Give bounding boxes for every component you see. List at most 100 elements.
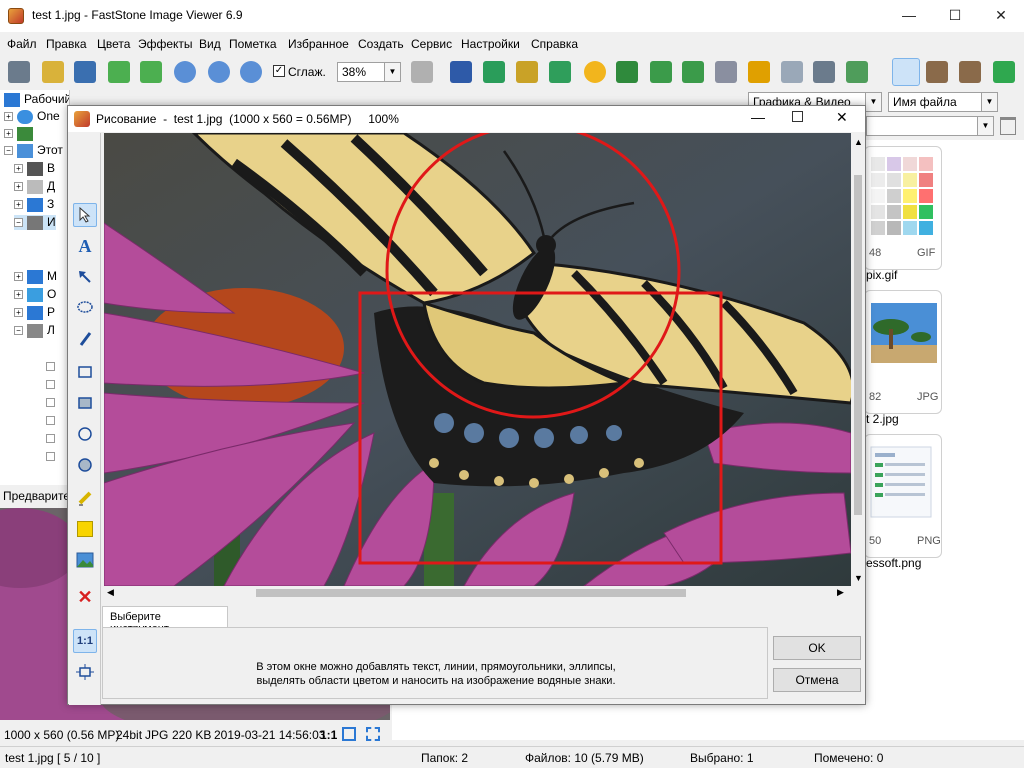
smooth-checkbox[interactable]: ✓	[273, 65, 285, 77]
vertical-scrollbar[interactable]: ▲ ▼	[851, 133, 865, 586]
menu-tag[interactable]: Пометка	[229, 37, 277, 51]
filled-rectangle-tool-icon[interactable]	[73, 391, 97, 415]
lasso-tool-icon[interactable]	[73, 296, 97, 320]
chevron-right-icon[interactable]: ▶	[837, 587, 844, 598]
zoom-select[interactable]: 38% ▼	[337, 62, 401, 82]
settings-check-icon[interactable]	[846, 61, 868, 83]
tree-item-desktop-folder[interactable]: + Р	[14, 305, 55, 320]
expand-icon[interactable]: +	[14, 182, 23, 192]
menu-help[interactable]: Справка	[531, 37, 578, 51]
scrollbar-thumb[interactable]	[256, 589, 686, 597]
previous-icon[interactable]	[108, 61, 130, 83]
layout-full-icon[interactable]	[959, 61, 981, 83]
rectangle-tool-icon[interactable]	[73, 360, 97, 384]
text-tool-icon[interactable]: A	[73, 234, 97, 258]
highlighter-tool-icon[interactable]	[73, 486, 97, 510]
filmstrip-icon[interactable]	[450, 61, 472, 83]
path-select[interactable]: ▼	[866, 116, 994, 136]
menu-effects[interactable]: Эффекты	[138, 37, 193, 51]
menu-create[interactable]: Создать	[358, 37, 404, 51]
tree-item-user[interactable]: +	[4, 126, 37, 141]
fullscreen-icon[interactable]	[366, 727, 380, 741]
fit-window-icon[interactable]	[73, 660, 97, 684]
horizontal-scrollbar[interactable]: ◀ ▶	[104, 586, 851, 600]
menu-favorites[interactable]: Избранное	[288, 37, 349, 51]
thumbnail-card[interactable]: 50 PNG	[864, 434, 942, 558]
crop-icon[interactable]	[516, 61, 538, 83]
maximize-button[interactable]	[792, 111, 803, 122]
resize-icon[interactable]	[483, 61, 505, 83]
arrow-tool-icon[interactable]	[73, 265, 97, 289]
chevron-up-icon[interactable]: ▲	[854, 137, 863, 147]
open-folder-icon[interactable]	[42, 61, 64, 83]
minimize-button[interactable]: —	[886, 0, 932, 32]
collapse-icon[interactable]: −	[14, 326, 23, 336]
tree-item-music[interactable]: + М	[14, 269, 57, 284]
menu-view[interactable]: Вид	[199, 37, 221, 51]
ellipse-tool-icon[interactable]	[73, 422, 97, 446]
menu-tools[interactable]: Сервис	[411, 37, 452, 51]
thumbnail-card[interactable]: 48 GIF	[864, 146, 942, 270]
delete-tool-icon[interactable]: ✕	[73, 585, 97, 609]
actual-size-icon[interactable]	[240, 61, 262, 83]
tab-choose-tool[interactable]: Выберите инструмент	[102, 606, 228, 635]
expand-icon[interactable]	[46, 362, 55, 371]
tree-item-downloads[interactable]: + З	[14, 197, 54, 212]
sort-select[interactable]: Имя файла ▼	[888, 92, 998, 112]
filled-ellipse-tool-icon[interactable]	[73, 453, 97, 477]
tree-item-3d[interactable]: + О	[14, 287, 56, 302]
select-tool-icon[interactable]	[73, 203, 97, 227]
print-icon[interactable]	[813, 61, 835, 83]
minimize-button[interactable]: —	[751, 109, 765, 125]
drawing-canvas[interactable]	[104, 133, 851, 586]
cancel-button[interactable]: Отмена	[773, 668, 861, 692]
ok-button[interactable]: OK	[773, 636, 861, 660]
save-icon[interactable]	[74, 61, 96, 83]
thumbnail-card[interactable]: 82 JPG	[864, 290, 942, 414]
compare-icon[interactable]	[715, 61, 737, 83]
close-button[interactable]: ✕	[978, 0, 1024, 32]
menu-colors[interactable]: Цвета	[97, 37, 130, 51]
expand-icon[interactable]: +	[14, 272, 23, 282]
next-icon[interactable]	[140, 61, 162, 83]
expand-icon[interactable]	[46, 452, 55, 461]
trash-icon[interactable]	[1000, 117, 1016, 135]
maximize-button[interactable]: ☐	[932, 0, 978, 32]
expand-icon[interactable]	[46, 434, 55, 443]
expand-icon[interactable]: +	[4, 129, 13, 139]
menu-settings[interactable]: Настройки	[461, 37, 520, 51]
rotate-right-icon[interactable]	[682, 61, 704, 83]
expand-icon[interactable]	[46, 416, 55, 425]
close-button[interactable]: ✕	[836, 109, 848, 126]
slideshow-icon[interactable]	[748, 61, 770, 83]
menu-edit[interactable]: Правка	[46, 37, 87, 51]
delete-icon[interactable]	[781, 61, 803, 83]
tree-item-desktop[interactable]: Рабочий стол	[4, 92, 69, 107]
camera-icon[interactable]	[8, 61, 30, 83]
actual-size-button[interactable]: 1:1	[73, 629, 97, 653]
brightness-icon[interactable]	[584, 61, 606, 83]
chevron-down-icon[interactable]: ▼	[854, 573, 863, 583]
expand-icon[interactable]: +	[14, 290, 23, 300]
expand-icon[interactable]: +	[4, 112, 13, 122]
fullscreen-icon[interactable]	[993, 61, 1015, 83]
tree-item-video[interactable]: + В	[14, 161, 55, 176]
expand-icon[interactable]	[46, 380, 55, 389]
pencil-tool-icon[interactable]	[73, 327, 97, 351]
expand-icon[interactable]: +	[14, 308, 23, 318]
collapse-icon[interactable]: −	[4, 146, 13, 156]
zoom-out-icon[interactable]	[208, 61, 230, 83]
hand-tool-icon[interactable]	[411, 61, 433, 83]
layout-preview-icon[interactable]	[926, 61, 948, 83]
menu-file[interactable]: Файл	[7, 37, 37, 51]
expand-icon[interactable]: +	[14, 164, 23, 174]
rotate-left-icon[interactable]	[650, 61, 672, 83]
chevron-left-icon[interactable]: ◀	[107, 587, 114, 598]
expand-icon[interactable]: +	[14, 200, 23, 210]
tree-item-local-disk[interactable]: − Л	[14, 323, 55, 338]
collapse-icon[interactable]: −	[14, 218, 23, 228]
scrollbar-thumb[interactable]	[854, 175, 862, 515]
person-icon[interactable]	[616, 61, 638, 83]
watermark-tool-icon[interactable]	[73, 548, 97, 572]
zoom-in-icon[interactable]	[174, 61, 196, 83]
